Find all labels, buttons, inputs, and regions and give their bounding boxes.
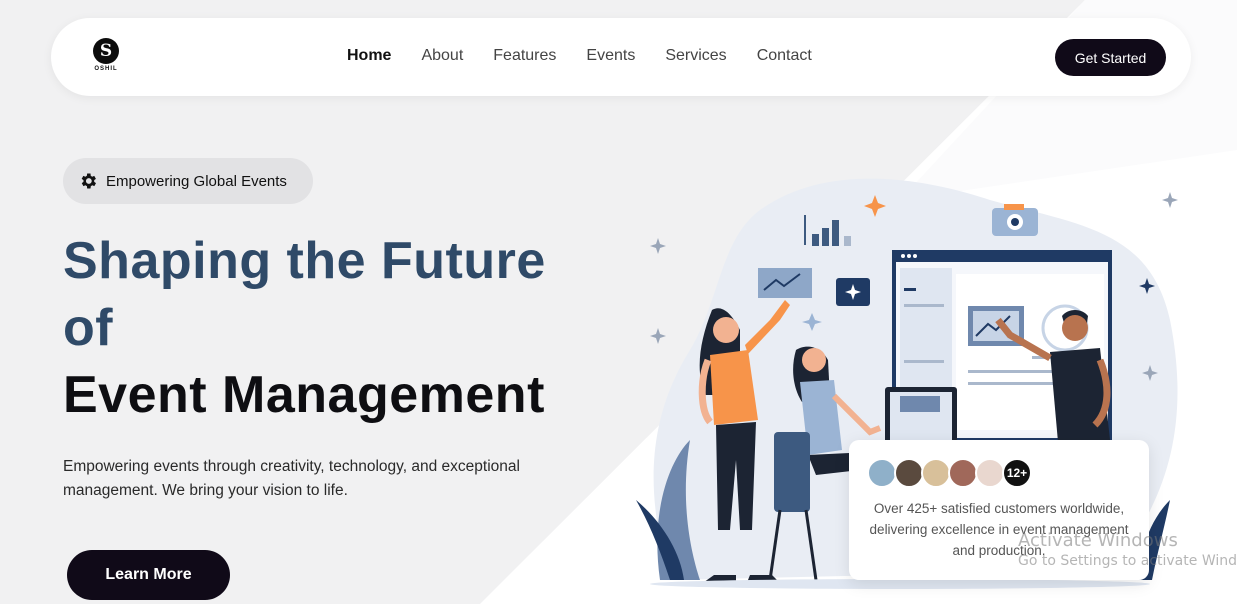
- nav-link-about[interactable]: About: [421, 47, 463, 65]
- testimonial-card: 12+ Over 425+ satisfied customers worldw…: [849, 440, 1149, 580]
- ground-shadow: [650, 579, 1150, 589]
- nav-link-events[interactable]: Events: [586, 47, 635, 65]
- logo-mark: S: [93, 38, 119, 64]
- hero-title-line-1: Shaping the Future: [63, 232, 546, 290]
- sparkle-icon: [650, 328, 666, 344]
- laptop-icon: [885, 387, 957, 447]
- get-started-button[interactable]: Get Started: [1055, 39, 1166, 76]
- logo[interactable]: S OSHIL: [91, 38, 121, 72]
- hero-title-line-2: of: [63, 299, 114, 357]
- nav-link-home[interactable]: Home: [347, 47, 391, 65]
- avatar: [948, 458, 978, 488]
- sparkle-icon: [1162, 192, 1178, 208]
- nav-links: Home About Features Events Services Cont…: [347, 47, 812, 65]
- avatar: [975, 458, 1005, 488]
- sparkle-icon: [650, 238, 666, 254]
- gear-icon: [81, 173, 96, 189]
- avatar: [867, 458, 897, 488]
- camera-icon: [992, 204, 1038, 236]
- floating-chart-card-icon: [758, 268, 812, 298]
- avatar: [921, 458, 951, 488]
- learn-more-button[interactable]: Learn More: [67, 550, 230, 600]
- avatar-group: 12+: [867, 458, 1032, 488]
- navbar: S OSHIL Home About Features Events Servi…: [51, 18, 1191, 96]
- nav-link-features[interactable]: Features: [493, 47, 556, 65]
- testimonial-text: Over 425+ satisfied customers worldwide,…: [869, 501, 1129, 558]
- hero-description: Empowering events through creativity, te…: [63, 458, 520, 499]
- sparkle-square-icon: [836, 278, 870, 306]
- logo-text: OSHIL: [94, 66, 118, 72]
- badge-label: Empowering Global Events: [106, 172, 287, 190]
- hero-title-line-3: Event Management: [63, 366, 545, 424]
- nav-link-services[interactable]: Services: [665, 47, 726, 65]
- hero-title: Shaping the Future of Event Management: [63, 228, 546, 429]
- nav-link-contact[interactable]: Contact: [757, 47, 812, 65]
- hero-badge: Empowering Global Events: [63, 158, 313, 204]
- avatar-count-badge: 12+: [1002, 458, 1032, 488]
- avatar: [894, 458, 924, 488]
